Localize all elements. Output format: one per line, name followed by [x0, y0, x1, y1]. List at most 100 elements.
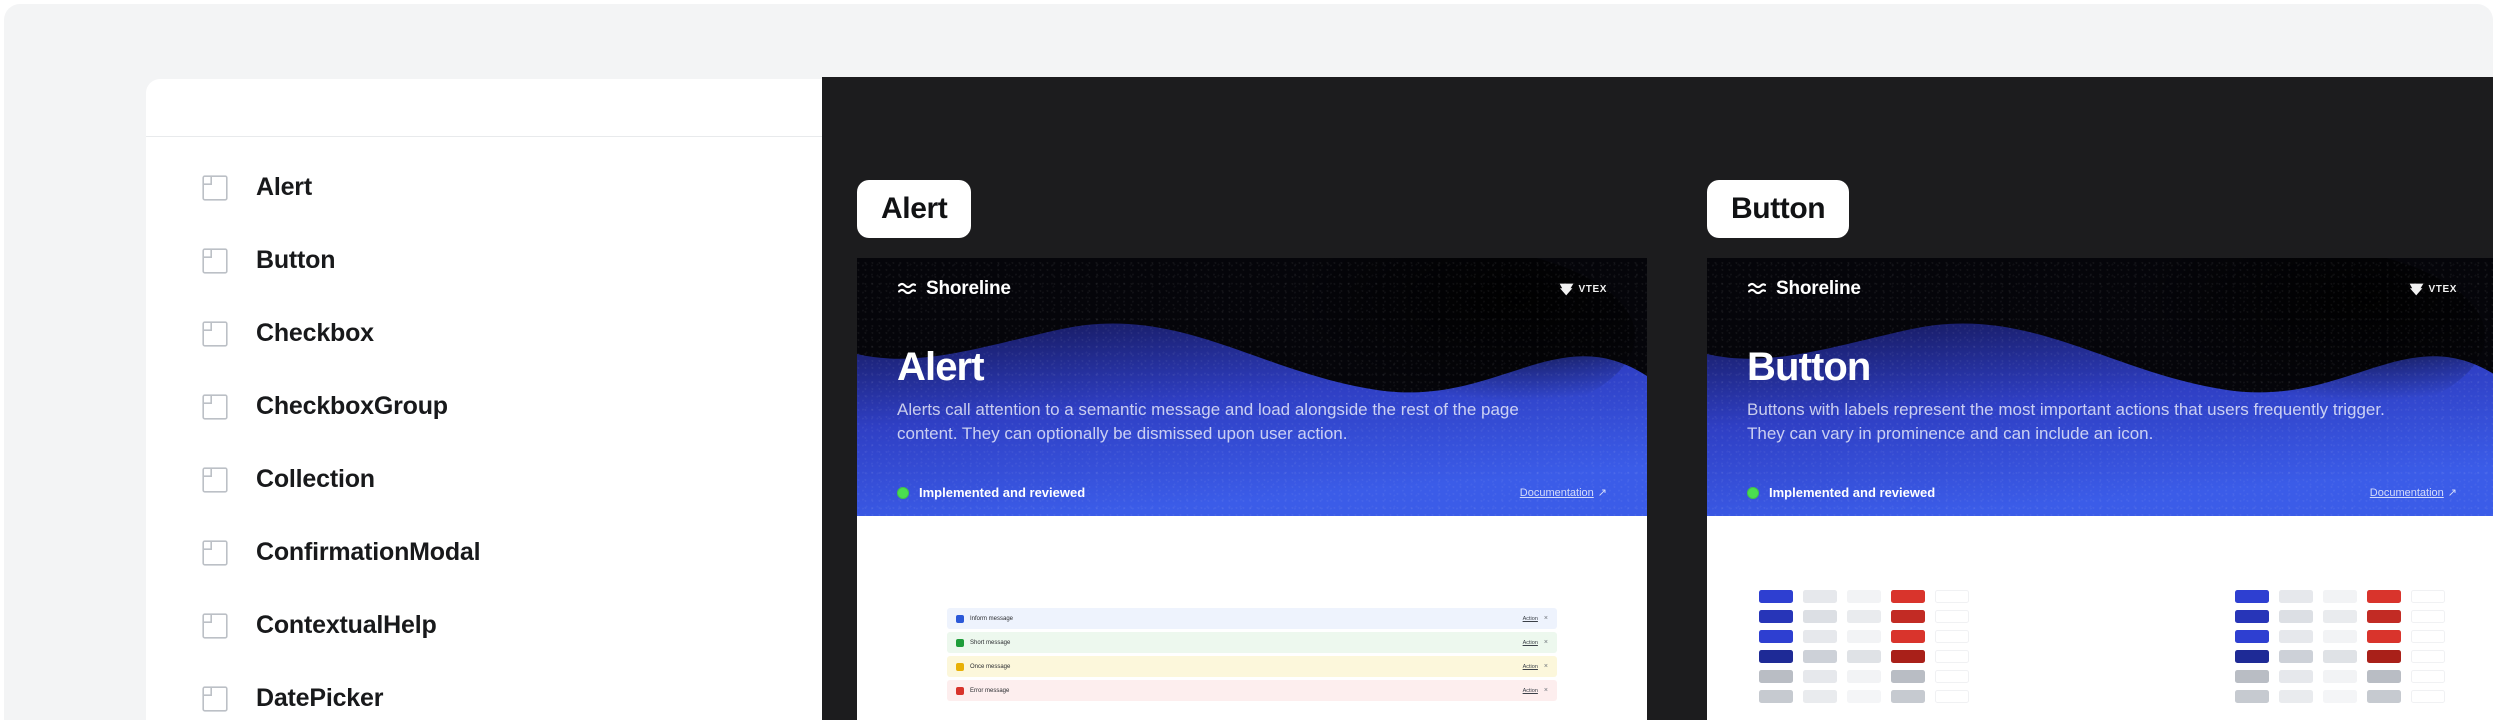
button-swatch[interactable]: [2411, 670, 2445, 683]
component-card-pill[interactable]: Alert: [857, 180, 972, 238]
vtex-logo-icon: [1560, 283, 1574, 295]
button-swatch[interactable]: [1759, 670, 1793, 683]
button-swatch[interactable]: [1803, 590, 1837, 603]
sidebar-item-confirmationmodal[interactable]: ConfirmationModal: [146, 516, 822, 589]
button-swatch[interactable]: [2367, 670, 2401, 683]
button-swatch[interactable]: [2279, 610, 2313, 623]
external-link-arrow-icon: ↗: [2447, 487, 2457, 499]
button-swatch[interactable]: [2323, 670, 2357, 683]
button-swatch[interactable]: [1891, 630, 1925, 643]
button-swatch[interactable]: [2235, 590, 2269, 603]
button-swatch[interactable]: [1847, 610, 1881, 623]
button-swatch[interactable]: [2279, 650, 2313, 663]
button-swatch[interactable]: [2235, 670, 2269, 683]
button-swatch[interactable]: [1759, 610, 1793, 623]
button-swatch[interactable]: [1803, 610, 1837, 623]
button-swatch[interactable]: [1935, 630, 1969, 643]
documentation-link[interactable]: Documentation ↗: [2370, 486, 2457, 499]
component-hero-banner: Shoreline VTEX Button Buttons with labels r…: [1707, 258, 2493, 516]
sidebar-item-checkboxgroup[interactable]: CheckboxGroup: [146, 370, 822, 443]
sidebar-item-label: CheckboxGroup: [256, 392, 448, 420]
button-swatch[interactable]: [2323, 610, 2357, 623]
button-swatch[interactable]: [1935, 670, 1969, 683]
button-swatch[interactable]: [2367, 630, 2401, 643]
button-variant-grid-1: [1759, 590, 1969, 703]
button-swatch[interactable]: [1891, 610, 1925, 623]
button-swatch[interactable]: [1803, 630, 1837, 643]
button-swatch[interactable]: [1759, 650, 1793, 663]
button-swatch[interactable]: [2323, 690, 2357, 703]
hero-footer: Implemented and reviewed Documentation ↗: [1747, 485, 2457, 500]
button-swatch[interactable]: [1935, 610, 1969, 623]
alert-action-link[interactable]: Action: [1523, 616, 1538, 622]
button-swatch[interactable]: [2367, 590, 2401, 603]
alert-close-icon[interactable]: ×: [1544, 687, 1548, 694]
component-title: Button: [1747, 345, 1871, 389]
button-swatch[interactable]: [1847, 590, 1881, 603]
button-swatch[interactable]: [2279, 690, 2313, 703]
external-link-arrow-icon: ↗: [1597, 487, 1607, 499]
sidebar-item-checkbox[interactable]: Checkbox: [146, 297, 822, 370]
button-swatch[interactable]: [2235, 650, 2269, 663]
button-swatch[interactable]: [1935, 650, 1969, 663]
alert-close-icon[interactable]: ×: [1544, 615, 1548, 622]
button-swatch[interactable]: [2323, 650, 2357, 663]
button-swatch[interactable]: [2235, 610, 2269, 623]
warning-icon: [956, 662, 964, 671]
button-swatch[interactable]: [1891, 670, 1925, 683]
shoreline-brand: Shoreline: [897, 278, 1011, 300]
button-swatch[interactable]: [1803, 650, 1837, 663]
button-swatch[interactable]: [1803, 690, 1837, 703]
brand-name: Shoreline: [1776, 278, 1861, 299]
shoreline-wave-icon: [897, 282, 917, 295]
alert-action-link[interactable]: Action: [1523, 664, 1538, 670]
sidebar-item-label: Collection: [256, 465, 375, 493]
documentation-link[interactable]: Documentation ↗: [1520, 486, 1607, 499]
button-swatch[interactable]: [1891, 590, 1925, 603]
sidebar-item-alert[interactable]: Alert: [146, 151, 822, 224]
alert-close-icon[interactable]: ×: [1544, 663, 1548, 670]
button-swatch[interactable]: [1759, 590, 1793, 603]
button-swatch[interactable]: [1803, 670, 1837, 683]
sidebar-item-datepicker[interactable]: DatePicker: [146, 662, 822, 720]
button-swatch[interactable]: [2279, 630, 2313, 643]
button-swatch[interactable]: [2411, 690, 2445, 703]
button-swatch[interactable]: [2367, 610, 2401, 623]
button-swatch[interactable]: [1847, 630, 1881, 643]
sidebar-item-contextualhelp[interactable]: ContextualHelp: [146, 589, 822, 662]
button-swatch[interactable]: [1891, 690, 1925, 703]
alert-action-link[interactable]: Action: [1523, 688, 1538, 694]
component-description: Buttons with labels represent the most i…: [1747, 400, 2385, 444]
button-swatch[interactable]: [2235, 690, 2269, 703]
vtex-logo-icon: [2410, 283, 2424, 295]
button-swatch[interactable]: [1935, 690, 1969, 703]
button-swatch[interactable]: [2367, 690, 2401, 703]
sidebar-item-button[interactable]: Button: [146, 224, 822, 297]
button-swatch[interactable]: [2323, 590, 2357, 603]
button-swatch[interactable]: [1847, 650, 1881, 663]
sidebar-item-collection[interactable]: Collection: [146, 443, 822, 516]
button-swatch[interactable]: [1891, 650, 1925, 663]
shoreline-wave-icon: [1747, 282, 1767, 295]
button-swatch[interactable]: [2279, 590, 2313, 603]
vtex-logo: VTEX: [2409, 283, 2457, 296]
button-swatch[interactable]: [2367, 650, 2401, 663]
button-swatch[interactable]: [2411, 590, 2445, 603]
hero-footer: Implemented and reviewed Documentation ↗: [897, 485, 1607, 500]
button-swatch[interactable]: [2411, 650, 2445, 663]
button-swatch[interactable]: [2279, 670, 2313, 683]
alert-row-info: Inform message Action ×: [947, 608, 1557, 629]
component-card-button: Button Shoreline VTEX Button Buttons with la…: [1707, 180, 2493, 720]
button-swatch[interactable]: [1759, 630, 1793, 643]
button-swatch[interactable]: [2235, 630, 2269, 643]
button-swatch[interactable]: [1847, 690, 1881, 703]
button-swatch[interactable]: [1759, 690, 1793, 703]
button-swatch[interactable]: [2411, 610, 2445, 623]
alert-action-link[interactable]: Action: [1523, 640, 1538, 646]
alert-close-icon[interactable]: ×: [1544, 639, 1548, 646]
button-swatch[interactable]: [1847, 670, 1881, 683]
button-swatch[interactable]: [2411, 630, 2445, 643]
button-swatch[interactable]: [2323, 630, 2357, 643]
button-swatch[interactable]: [1935, 590, 1969, 603]
component-card-pill[interactable]: Button: [1707, 180, 1850, 238]
